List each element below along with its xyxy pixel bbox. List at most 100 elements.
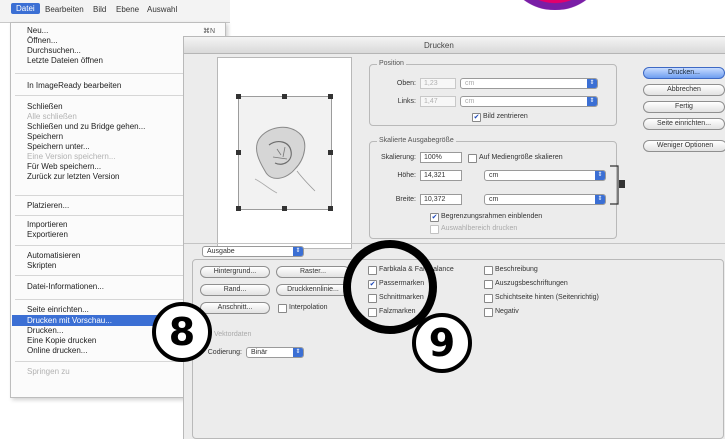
menu-item-open[interactable]: Öffnen... xyxy=(27,36,58,45)
breite-field[interactable]: 10,372 xyxy=(420,194,462,205)
labels-checkbox[interactable] xyxy=(484,280,493,289)
negative-checkbox[interactable] xyxy=(484,308,493,317)
encoding-label: Codierung: xyxy=(207,349,242,356)
popup-arrows-icon: ⇕ xyxy=(293,348,303,357)
hoehe-field[interactable]: 14,321 xyxy=(420,170,462,181)
resize-handle[interactable] xyxy=(236,206,241,211)
menu-item-scripts[interactable]: Skripten xyxy=(27,261,56,270)
page-setup-button[interactable]: Seite einrichten... xyxy=(643,118,725,130)
preview-image[interactable] xyxy=(236,94,333,211)
breite-unit-select[interactable]: cm ⇕ xyxy=(484,194,606,205)
emulsion-down-label: Schichtseite hinten (Seitenrichtig) xyxy=(495,294,599,301)
center-image-checkbox[interactable]: ✔ xyxy=(472,113,481,122)
skalierung-label: Skalierung: xyxy=(380,154,416,161)
menu-item-close[interactable]: Schließen xyxy=(27,102,63,111)
menu-item-file-info[interactable]: Datei-Informationen... xyxy=(27,282,104,291)
menu-item-browse[interactable]: Durchsuchen... xyxy=(27,46,81,55)
hoehe-unit-select[interactable]: cm ⇕ xyxy=(484,170,606,181)
breite-label: Breite: xyxy=(395,196,416,203)
resize-handle[interactable] xyxy=(282,94,287,99)
menu-item-imageready[interactable]: In ImageReady bearbeiten xyxy=(27,81,121,90)
menu-item-save-for-web[interactable]: Für Web speichern... xyxy=(27,162,101,171)
resize-handle[interactable] xyxy=(236,150,241,155)
menu-bar: Datei Bearbeiten Bild Ebene Auswahl xyxy=(0,0,230,23)
screen-button[interactable]: Raster... xyxy=(276,266,350,278)
output-mode-select[interactable]: Ausgabe ⇕ xyxy=(202,246,304,257)
menu-item-print[interactable]: Drucken... xyxy=(27,326,63,335)
transfer-button[interactable]: Druckkennlinie... xyxy=(276,284,350,296)
step-marker-9: 9 xyxy=(412,313,472,373)
print-selection-label: Auswahlbereich drucken xyxy=(441,225,518,232)
menu-item-print-copy[interactable]: Eine Kopie drucken xyxy=(27,336,96,345)
done-button[interactable]: Fertig xyxy=(643,101,725,113)
popup-arrows-icon: ⇕ xyxy=(595,171,605,180)
menu-item-revert[interactable]: Zurück zur letzten Version xyxy=(27,172,119,181)
description-label: Beschreibung xyxy=(495,266,538,273)
resize-handle[interactable] xyxy=(328,206,333,211)
links-field[interactable]: 1,47 xyxy=(420,96,456,107)
encoding-select[interactable]: Binär ⇕ xyxy=(246,347,304,358)
resize-handle[interactable] xyxy=(328,94,333,99)
menu-item-recent[interactable]: Letzte Dateien öffnen xyxy=(27,56,103,65)
menu-item-save-as[interactable]: Speichern unter... xyxy=(27,142,90,151)
hoehe-label: Höhe: xyxy=(397,172,416,179)
popup-arrows-icon: ⇕ xyxy=(293,247,303,256)
resize-handle[interactable] xyxy=(328,150,333,155)
menu-bearbeiten[interactable]: Bearbeiten xyxy=(45,5,84,14)
menu-item-save[interactable]: Speichern xyxy=(27,132,63,141)
menu-item-save-version: Eine Version speichern... xyxy=(27,152,116,161)
center-image-label: Bild zentrieren xyxy=(483,113,528,120)
interpolation-label: Interpolation xyxy=(289,304,328,311)
hoehe-unit-value: cm xyxy=(489,172,499,179)
cancel-button[interactable]: Abbrechen xyxy=(643,84,725,96)
menu-item-print-online[interactable]: Online drucken... xyxy=(27,346,87,355)
menu-item-jump-to: Springen zu xyxy=(27,367,70,376)
menu-item-place[interactable]: Platzieren... xyxy=(27,201,69,210)
menu-item-new[interactable]: Neu... xyxy=(27,26,48,35)
menu-bild[interactable]: Bild xyxy=(93,5,106,14)
border-button[interactable]: Rand... xyxy=(200,284,270,296)
menu-item-page-setup[interactable]: Seite einrichten... xyxy=(27,305,89,314)
menu-item-close-bridge[interactable]: Schließen und zu Bridge gehen... xyxy=(27,122,145,131)
menu-datei[interactable]: Datei xyxy=(11,3,40,14)
menu-item-print-preview[interactable]: Drucken mit Vorschau... xyxy=(27,316,112,325)
bleed-button[interactable]: Anschnitt... xyxy=(200,302,270,314)
fit-media-checkbox[interactable] xyxy=(468,154,477,163)
encoding-value: Binär xyxy=(251,349,268,356)
decorative-color-graphic xyxy=(505,0,605,10)
bounding-box-checkbox[interactable]: ✔ xyxy=(430,213,439,222)
menu-item-export[interactable]: Exportieren xyxy=(27,230,68,239)
vector-data-label: Vektordaten xyxy=(214,331,252,338)
print-preview xyxy=(217,57,352,249)
position-group-label: Position xyxy=(377,60,406,67)
background-button[interactable]: Hintergrund... xyxy=(200,266,270,278)
resize-handle[interactable] xyxy=(236,94,241,99)
oben-field[interactable]: 1,23 xyxy=(420,78,456,89)
menu-item-automate[interactable]: Automatisieren xyxy=(27,251,80,260)
skalierung-field[interactable]: 100% xyxy=(420,152,462,163)
constrain-proportions-icon[interactable] xyxy=(608,164,628,206)
emulsion-down-checkbox[interactable] xyxy=(484,294,493,303)
labels-label: Auszugsbeschriftungen xyxy=(495,280,568,287)
menu-auswahl[interactable]: Auswahl xyxy=(147,5,177,14)
description-checkbox[interactable] xyxy=(484,266,493,275)
popup-arrows-icon: ⇕ xyxy=(595,195,605,204)
resize-handle[interactable] xyxy=(282,206,287,211)
shortcut-new: ⌘N xyxy=(203,28,216,35)
interpolation-checkbox[interactable] xyxy=(278,304,287,313)
breite-unit-value: cm xyxy=(489,196,499,203)
fewer-options-button[interactable]: Weniger Optionen xyxy=(643,140,725,152)
links-unit-select[interactable]: cm ⇕ xyxy=(460,96,598,107)
scaled-output-group-label: Skalierte Ausgabegröße xyxy=(377,137,456,144)
popup-arrows-icon: ⇕ xyxy=(587,79,597,88)
oben-unit-select[interactable]: cm ⇕ xyxy=(460,78,598,89)
print-button[interactable]: Drucken... xyxy=(643,67,725,79)
print-selection-checkbox xyxy=(430,225,439,234)
menu-item-import[interactable]: Importieren xyxy=(27,220,67,229)
section-divider xyxy=(184,243,725,244)
popup-arrows-icon: ⇕ xyxy=(587,97,597,106)
menu-ebene[interactable]: Ebene xyxy=(116,5,139,14)
links-unit-value: cm xyxy=(465,98,475,105)
dialog-titlebar[interactable]: Drucken xyxy=(184,37,725,54)
dialog-title: Drucken xyxy=(424,41,454,50)
